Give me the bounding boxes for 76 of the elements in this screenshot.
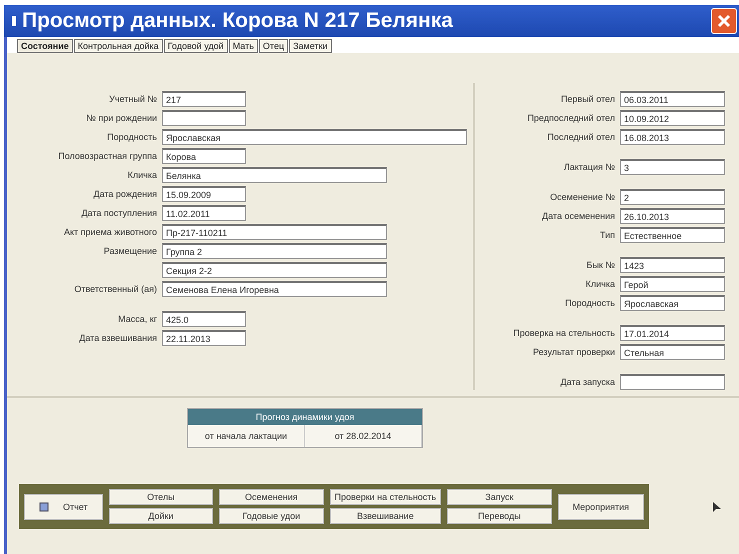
app-icon (10, 15, 18, 27)
input-field[interactable]: Группа 2 (162, 243, 387, 259)
nav-button[interactable]: Проверки на стельность (330, 489, 442, 505)
input-field[interactable]: 17.01.2014 (620, 325, 725, 341)
input-field[interactable]: Ярославская (620, 295, 725, 311)
field-label: Лактация № (564, 162, 615, 172)
field-label: Дата взвешивания (79, 333, 157, 343)
field-label: Последний отел (547, 132, 615, 142)
input-field[interactable]: Стельная (620, 344, 725, 360)
nav-button[interactable]: Годовые удои (219, 508, 324, 524)
field-label: Размещение (104, 246, 157, 256)
field-label: Половозрастная группа (58, 151, 157, 161)
input-field[interactable]: 11.02.2011 (162, 205, 246, 221)
field-label: № при рождении (86, 113, 157, 123)
table-header: Прогноз динамики удоя (188, 409, 422, 425)
tab[interactable]: Контрольная дойка (74, 39, 163, 53)
table-cell: от 28.02.2014 (305, 425, 422, 447)
events-button[interactable]: Мероприятия (558, 494, 644, 520)
field-label: Результат проверки (533, 347, 615, 357)
input-field[interactable]: 425.0 (162, 311, 246, 327)
nav-button[interactable]: Дойки (108, 508, 214, 524)
input-field[interactable]: 26.10.2013 (620, 208, 725, 224)
input-field[interactable]: Естественное (620, 227, 725, 243)
tab[interactable]: Отец (258, 39, 288, 53)
field-label: Дата рождения (94, 189, 157, 199)
field-label: Тип (600, 230, 615, 240)
input-field[interactable]: 16.08.2013 (620, 129, 725, 145)
tab[interactable]: Состояние (17, 39, 73, 53)
input-field[interactable]: Белянка (162, 167, 387, 183)
field-label: Породность (107, 132, 157, 142)
field-label: Кличка (128, 170, 157, 180)
field-label: Кличка (586, 279, 615, 289)
input-field[interactable]: Семенова Елена Игоревна (162, 281, 387, 297)
nav-button[interactable]: Отелы (108, 489, 214, 505)
field-label: Бык № (586, 260, 615, 270)
field-label: Акт приема животного (64, 227, 157, 237)
input-field[interactable]: Корова (162, 148, 246, 164)
input-field[interactable]: 15.09.2009 (162, 186, 246, 202)
field-label: Осеменение № (550, 192, 615, 202)
nav-button[interactable]: Переводы (447, 508, 552, 524)
table-cell: от начала лактации (188, 425, 305, 447)
close-icon (717, 14, 731, 28)
field-label: Ответственный (ая) (74, 284, 157, 294)
report-icon (39, 502, 49, 512)
tab[interactable]: Заметки (289, 39, 332, 53)
input-field[interactable]: 10.09.2012 (620, 110, 725, 126)
nav-button[interactable]: Запуск (447, 489, 552, 505)
tab[interactable]: Мать (228, 39, 258, 53)
field-label: Предпоследний отел (527, 113, 615, 123)
input-field[interactable]: 06.03.2011 (620, 91, 725, 107)
field-label: Масса, кг (118, 314, 157, 324)
field-label: Проверка на стельность (513, 328, 615, 338)
input-field[interactable]: 3 (620, 159, 725, 175)
field-label: Дата запуска (560, 377, 615, 387)
close-button[interactable] (711, 8, 737, 34)
input-field[interactable] (620, 374, 725, 390)
input-field[interactable]: 217 (162, 91, 246, 107)
input-field[interactable]: 2 (620, 189, 725, 205)
field-label: Первый отел (560, 94, 615, 104)
input-field[interactable]: 1423 (620, 257, 725, 273)
input-field[interactable]: Секция 2-2 (162, 262, 387, 278)
field-label: Учетный № (109, 94, 157, 104)
field-label: Дата осеменения (542, 211, 615, 221)
input-field[interactable]: Герой (620, 276, 725, 292)
field-label: Породность (565, 298, 615, 308)
input-field[interactable] (162, 110, 246, 126)
cursor-icon (711, 500, 723, 512)
input-field[interactable]: 22.11.2013 (162, 330, 246, 346)
input-field[interactable]: Пр-217-110211 (162, 224, 387, 240)
nav-button[interactable]: Осеменения (219, 489, 324, 505)
field-label: Дата поступления (81, 208, 157, 218)
nav-button[interactable]: Взвешивание (330, 508, 442, 524)
input-field[interactable]: Ярославская (162, 129, 467, 145)
report-button[interactable]: Отчет (24, 494, 103, 520)
tab[interactable]: Годовой удой (164, 39, 228, 53)
window-title: Просмотр данных. Корова N 217 Белянка (22, 9, 454, 33)
